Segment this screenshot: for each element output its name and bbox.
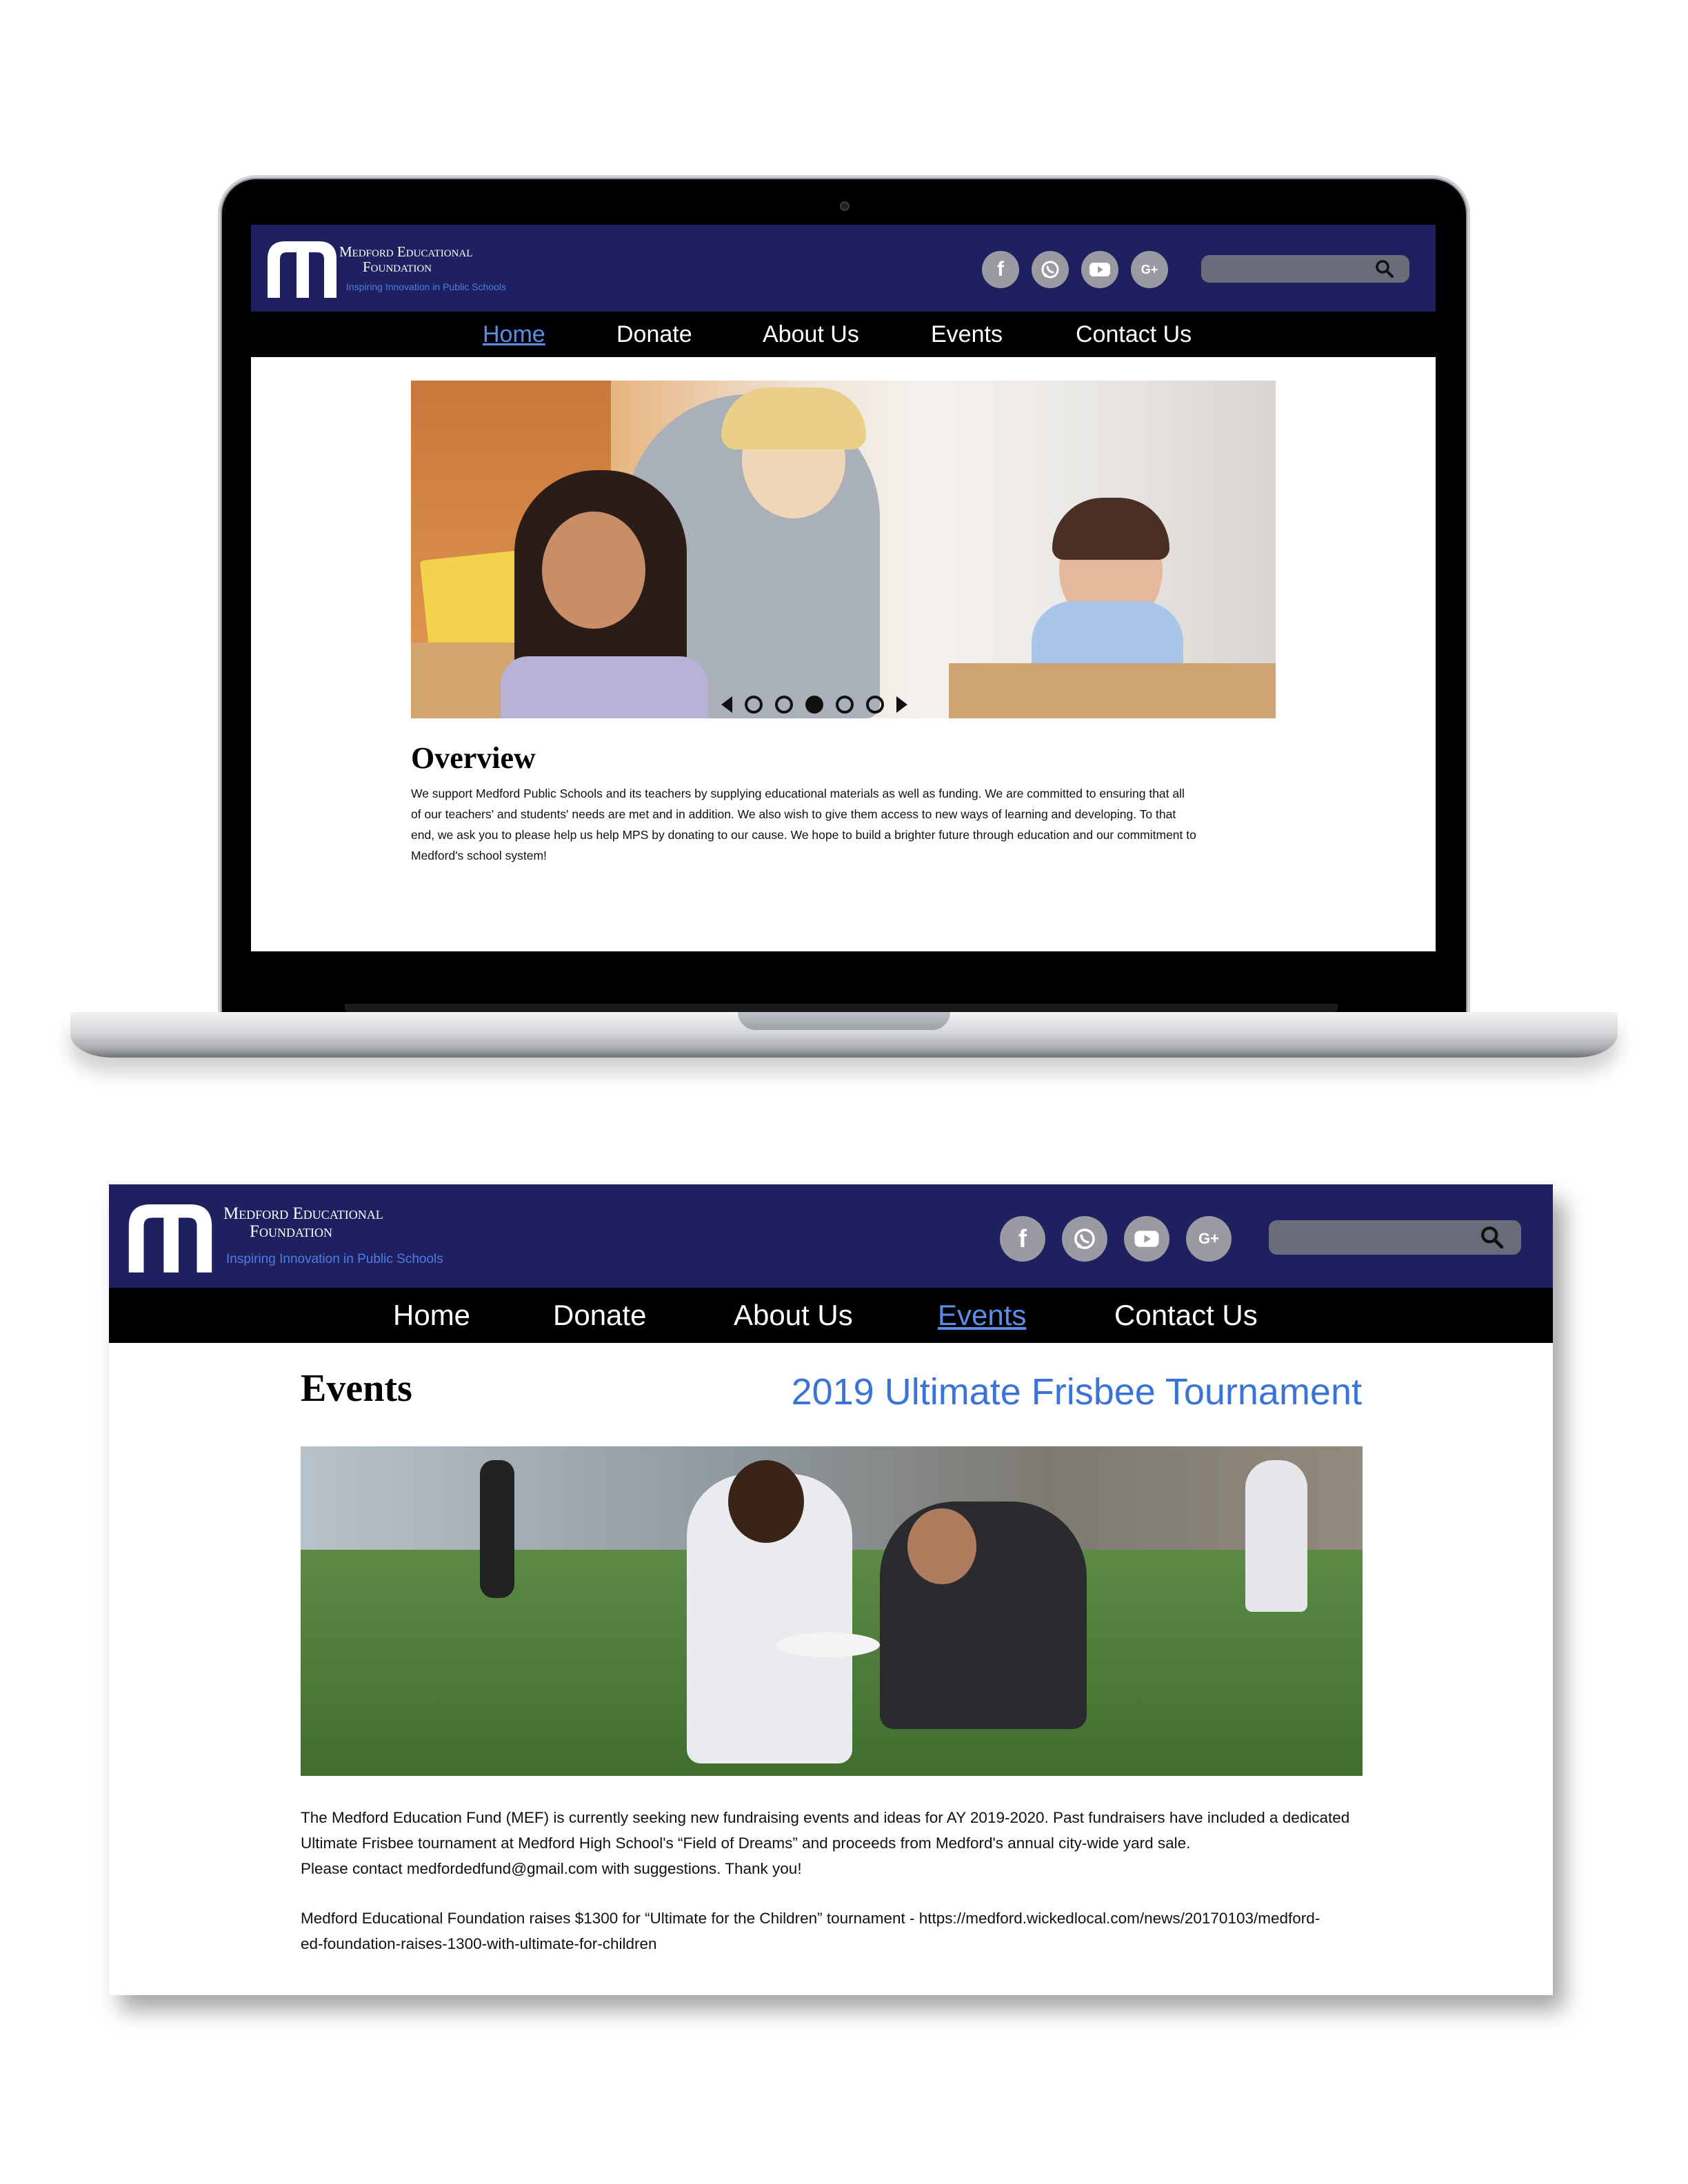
carousel-dot-3[interactable] <box>805 696 823 714</box>
google-plus-glyph: G+ <box>1141 262 1158 276</box>
org-name-line1: Medford Educational <box>223 1204 383 1223</box>
carousel-dot-5[interactable] <box>866 696 884 714</box>
events-page-screen: Medford Educational Foundation Inspiring… <box>109 1184 1553 1995</box>
youtube-icon[interactable] <box>1124 1216 1169 1262</box>
laptop-hinge <box>345 1004 1338 1012</box>
overview-line: end, we ask you to please help us help M… <box>411 828 1196 842</box>
carousel-prev-icon[interactable] <box>721 696 732 713</box>
youtube-glyph <box>1089 263 1110 276</box>
org-name: Medford Educational Foundation <box>223 1204 383 1242</box>
nav-events[interactable]: Events <box>931 321 1003 348</box>
home-page-screen: Medford Educational Foundation Inspiring… <box>251 225 1436 951</box>
laptop-notch <box>738 1012 950 1030</box>
events-description: The Medford Education Fund (MEF) is curr… <box>301 1805 1376 1881</box>
youtube-icon[interactable] <box>1081 251 1118 288</box>
carousel-next-icon[interactable] <box>896 696 907 713</box>
events-page-title: Events <box>301 1367 412 1410</box>
foundation-logo[interactable] <box>265 239 339 298</box>
site-header: Medford Educational Foundation Inspiring… <box>251 225 1436 312</box>
nav-about-us[interactable]: About Us <box>763 321 859 348</box>
overview-line: Medford's school system! <box>411 849 547 862</box>
search-input[interactable] <box>1201 255 1409 283</box>
nav-home[interactable]: Home <box>483 321 545 348</box>
hero-image-classroom <box>411 381 1276 718</box>
youtube-glyph <box>1134 1231 1159 1247</box>
carousel-dot-1[interactable] <box>745 696 763 714</box>
facebook-icon[interactable]: f <box>982 251 1019 288</box>
foundation-logo[interactable] <box>125 1201 215 1273</box>
nav-about-us[interactable]: About Us <box>734 1299 853 1332</box>
tagline: Inspiring Innovation in Public Schools <box>346 281 506 292</box>
main-nav: Home Donate About Us Events Contact Us <box>251 312 1436 357</box>
tagline: Inspiring Innovation in Public Schools <box>226 1252 443 1266</box>
nav-contact-us[interactable]: Contact Us <box>1076 321 1192 348</box>
whatsapp-glyph <box>1041 261 1059 279</box>
org-name: Medford Educational Foundation <box>339 244 472 276</box>
laptop-camera <box>840 201 850 211</box>
search-icon[interactable] <box>1478 1224 1506 1251</box>
description-line: Please contact medfordedfund@gmail.com w… <box>301 1860 802 1877</box>
whatsapp-icon[interactable] <box>1032 251 1069 288</box>
nav-donate[interactable]: Donate <box>616 321 692 348</box>
whatsapp-icon[interactable] <box>1062 1216 1107 1262</box>
description-line: Ultimate Frisbee tournament at Medford H… <box>301 1834 1191 1852</box>
nav-home[interactable]: Home <box>393 1299 470 1332</box>
overview-line: We support Medford Public Schools and it… <box>411 787 1185 800</box>
org-name-line2: Foundation <box>250 1222 332 1242</box>
nav-events[interactable]: Events <box>938 1299 1026 1332</box>
hero-image-ultimate-frisbee <box>301 1446 1363 1776</box>
org-name-line2: Foundation <box>362 259 432 276</box>
news-link-paragraph: Medford Educational Foundation raises $1… <box>301 1905 1376 1957</box>
facebook-glyph: f <box>1018 1224 1027 1253</box>
overview-heading: Overview <box>411 741 536 775</box>
site-header: Medford Educational Foundation Inspiring… <box>109 1184 1553 1288</box>
overview-line: of our teachers' and students' needs are… <box>411 807 1176 821</box>
search-input[interactable] <box>1269 1220 1521 1255</box>
news-line[interactable]: ed-foundation-raises-1300-with-ultimate-… <box>301 1931 1376 1957</box>
nav-donate[interactable]: Donate <box>553 1299 646 1332</box>
carousel-controls <box>721 695 907 714</box>
whatsapp-glyph <box>1074 1228 1095 1249</box>
description-line: The Medford Education Fund (MEF) is curr… <box>301 1809 1350 1826</box>
org-name-line1: Medford Educational <box>339 243 473 260</box>
google-plus-glyph: G+ <box>1198 1230 1219 1247</box>
news-line[interactable]: Medford Educational Foundation raises $1… <box>301 1905 1376 1931</box>
carousel-dot-4[interactable] <box>836 696 854 714</box>
facebook-icon[interactable]: f <box>1000 1216 1045 1262</box>
carousel-dot-2[interactable] <box>775 696 793 714</box>
nav-contact-us[interactable]: Contact Us <box>1114 1299 1258 1332</box>
google-plus-icon[interactable]: G+ <box>1186 1216 1232 1262</box>
event-heading[interactable]: 2019 Ultimate Frisbee Tournament <box>761 1371 1362 1413</box>
facebook-glyph: f <box>997 258 1004 281</box>
main-nav: Home Donate About Us Events Contact Us <box>109 1288 1553 1343</box>
search-icon[interactable] <box>1374 258 1396 280</box>
overview-paragraph: We support Medford Public Schools and it… <box>411 783 1280 866</box>
google-plus-icon[interactable]: G+ <box>1131 251 1168 288</box>
